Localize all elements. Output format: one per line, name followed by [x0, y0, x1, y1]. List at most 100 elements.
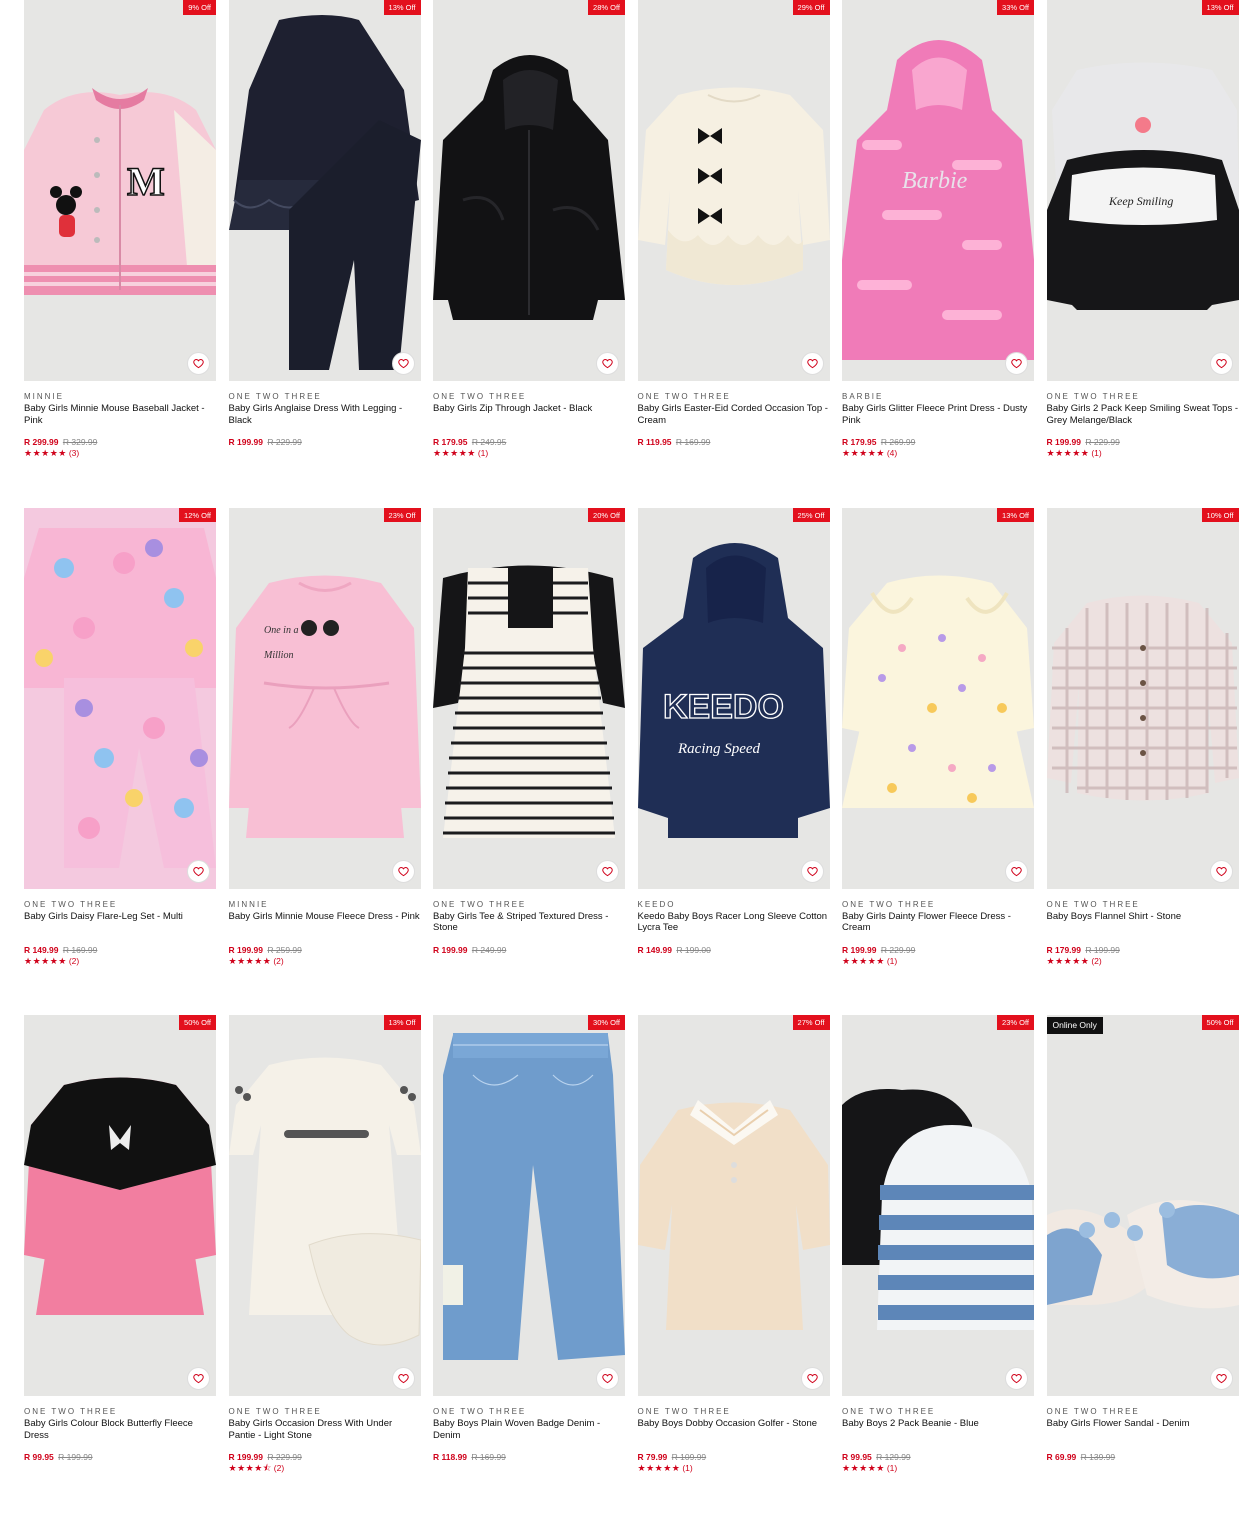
product-card[interactable]: 28% Off ONE TWO THREE Baby Girls Zip Thr… — [433, 0, 625, 459]
original-price: R 139.99 — [1080, 1452, 1116, 1462]
product-image[interactable]: Barbie 33% Off — [842, 0, 1034, 381]
wishlist-button[interactable] — [800, 1367, 824, 1390]
heart-icon — [602, 866, 613, 877]
product-name[interactable]: Baby Girls Dainty Flower Fleece Dress - … — [842, 911, 1034, 934]
product-image[interactable]: 13% Off — [228, 0, 421, 381]
product-price: R 199.99 R 229.99 — [229, 1452, 421, 1462]
product-image[interactable]: KEEDO Racing Speed 25% Off — [637, 507, 830, 889]
product-image[interactable]: 13% Off — [842, 507, 1034, 889]
wishlist-button[interactable] — [1209, 859, 1233, 883]
product-name[interactable]: Baby Girls Minnie Mouse Fleece Dress - P… — [229, 911, 421, 934]
rating: ★★★★★ (1) — [433, 448, 625, 459]
product-image[interactable]: 30% Off — [433, 1015, 625, 1396]
product-name[interactable]: Baby Boys 2 Pack Beanie - Blue — [842, 1418, 1034, 1441]
discount-badge: 50% Off — [1201, 1015, 1239, 1030]
product-card[interactable]: Online Only 50% Off ONE TWO THREE Baby G… — [1046, 1015, 1239, 1462]
product-card[interactable]: 13% Off ONE TWO THREE Baby Girls Dainty … — [842, 507, 1034, 967]
product-image[interactable]: 23% Off — [842, 1015, 1034, 1396]
product-name[interactable]: Baby Girls Colour Block Butterfly Fleece… — [24, 1418, 216, 1441]
product-image[interactable]: 12% Off — [24, 507, 216, 889]
product-name[interactable]: Baby Girls Daisy Flare-Leg Set - Multi — [24, 911, 216, 934]
wishlist-button[interactable] — [391, 352, 415, 375]
product-card[interactable]: 12% Off ONE TWO THREE Baby Girls Daisy F… — [24, 507, 216, 967]
product-card[interactable]: 10% Off ONE TWO THREE Baby Boys Flannel … — [1046, 507, 1239, 967]
product-card[interactable]: 20% Off ONE TWO THREE Baby Girls Tee & S… — [433, 507, 625, 955]
product-image[interactable]: 20% Off — [433, 507, 625, 889]
wishlist-button[interactable] — [1005, 352, 1028, 375]
heart-icon — [1215, 358, 1227, 369]
wishlist-button[interactable] — [187, 1367, 210, 1390]
review-count: (4) — [886, 448, 898, 458]
wishlist-button[interactable] — [1209, 1367, 1233, 1390]
product-image[interactable]: 29% Off — [637, 0, 830, 381]
product-price: R 199.99 R 249.99 — [433, 945, 625, 955]
wishlist-button[interactable] — [1005, 1367, 1028, 1390]
product-image[interactable]: 28% Off — [433, 0, 625, 381]
product-name[interactable]: Baby Girls Minnie Mouse Baseball Jacket … — [24, 403, 216, 426]
product-brand: MINNIE — [228, 899, 269, 909]
product-card[interactable]: 23% Off ONE TWO THREE Baby Boys 2 Pack B… — [842, 1015, 1034, 1474]
wishlist-button[interactable] — [800, 859, 824, 883]
product-card[interactable]: 29% Off ONE TWO THREE Baby Girls Easter-… — [637, 0, 830, 447]
product-name[interactable]: Baby Girls Flower Sandal - Denim — [1047, 1418, 1239, 1441]
product-name[interactable]: Baby Boys Flannel Shirt - Stone — [1047, 911, 1239, 934]
current-price: R 199.99 — [1046, 437, 1082, 447]
product-brand: KEEDO — [637, 899, 676, 909]
product-name[interactable]: Baby Girls Easter-Eid Corded Occasion To… — [638, 403, 830, 426]
product-card[interactable]: 27% Off ONE TWO THREE Baby Boys Dobby Oc… — [637, 1015, 830, 1474]
product-image[interactable]: M 9% Off — [24, 0, 216, 381]
product-card[interactable]: One in a Million 23% Off MINNIE Baby Gir… — [228, 507, 421, 967]
rating: ★★★★★ (2) — [229, 956, 421, 967]
discount-badge: 27% Off — [792, 1015, 830, 1030]
product-price: R 199.99 R 259.99 — [229, 945, 421, 955]
product-photo: KEEDO Racing Speed — [637, 542, 830, 838]
discount-badge: 29% Off — [792, 0, 830, 15]
wishlist-button[interactable] — [391, 1367, 415, 1390]
product-card[interactable]: M 9% Off MINNIE Baby Girls Minnie Mouse … — [24, 0, 216, 459]
product-name[interactable]: Baby Boys Plain Woven Badge Denim - Deni… — [433, 1418, 625, 1441]
product-image[interactable]: 10% Off — [1046, 507, 1239, 889]
product-card[interactable]: 50% Off ONE TWO THREE Baby Girls Colour … — [24, 1015, 216, 1462]
star-icons: ★★★★★ — [1046, 448, 1090, 458]
product-card[interactable]: 13% Off ONE TWO THREE Baby Girls Anglais… — [228, 0, 421, 447]
heart-icon — [1011, 358, 1022, 369]
wishlist-button[interactable] — [596, 352, 619, 375]
current-price: R 179.95 — [842, 437, 877, 447]
discount-badge: 25% Off — [792, 507, 830, 522]
original-price: R 169.99 — [675, 437, 711, 447]
original-price: R 229.99 — [1085, 437, 1120, 447]
product-name[interactable]: Baby Girls Glitter Fleece Print Dress - … — [842, 403, 1034, 426]
product-image[interactable]: One in a Million 23% Off — [228, 507, 421, 889]
product-name[interactable]: Baby Girls Occasion Dress With Under Pan… — [229, 1418, 421, 1441]
product-image[interactable]: Online Only 50% Off — [1046, 1015, 1239, 1396]
product-name[interactable]: Baby Girls Anglaise Dress With Legging -… — [229, 403, 421, 426]
wishlist-button[interactable] — [800, 352, 824, 375]
product-name[interactable]: Baby Girls Tee & Striped Textured Dress … — [433, 911, 625, 934]
product-image[interactable]: 50% Off — [24, 1015, 216, 1396]
product-card[interactable]: Barbie 33% Off BARBIE Baby Girls Glitter… — [842, 0, 1034, 459]
wishlist-button[interactable] — [596, 1367, 619, 1390]
current-price: R 199.99 — [842, 944, 877, 955]
product-card[interactable]: 13% Off ONE TWO THREE Baby Girls Occasio… — [228, 1015, 421, 1474]
star-icons: ★★★★⯪ — [228, 1463, 272, 1473]
product-price: R 99.95 R 129.99 — [842, 1452, 1034, 1462]
product-name[interactable]: Baby Girls Zip Through Jacket - Black — [433, 403, 625, 426]
product-brand: ONE TWO THREE — [228, 1407, 322, 1416]
product-card[interactable]: Keep Smiling 13% Off ONE TWO THREE Baby … — [1046, 0, 1239, 459]
product-name[interactable]: Keedo Baby Boys Racer Long Sleeve Cotton… — [638, 911, 830, 934]
wishlist-button[interactable] — [1005, 859, 1028, 883]
product-image[interactable]: 13% Off — [228, 1015, 421, 1396]
wishlist-button[interactable] — [391, 859, 415, 883]
product-card[interactable]: 30% Off ONE TWO THREE Baby Boys Plain Wo… — [433, 1015, 625, 1462]
discount-badge: 10% Off — [1201, 507, 1239, 522]
wishlist-button[interactable] — [187, 352, 210, 375]
wishlist-button[interactable] — [187, 859, 210, 883]
product-name[interactable]: Baby Girls 2 Pack Keep Smiling Sweat Top… — [1047, 403, 1239, 426]
product-card[interactable]: KEEDO Racing Speed 25% Off KEEDO Keedo B… — [637, 507, 830, 955]
product-image[interactable]: Keep Smiling 13% Off — [1046, 0, 1239, 381]
wishlist-button[interactable] — [1209, 352, 1233, 375]
wishlist-button[interactable] — [596, 859, 619, 883]
product-price: R 199.99 R 229.99 — [842, 945, 1034, 955]
product-name[interactable]: Baby Boys Dobby Occasion Golfer - Stone — [638, 1418, 830, 1441]
product-image[interactable]: 27% Off — [637, 1015, 830, 1396]
